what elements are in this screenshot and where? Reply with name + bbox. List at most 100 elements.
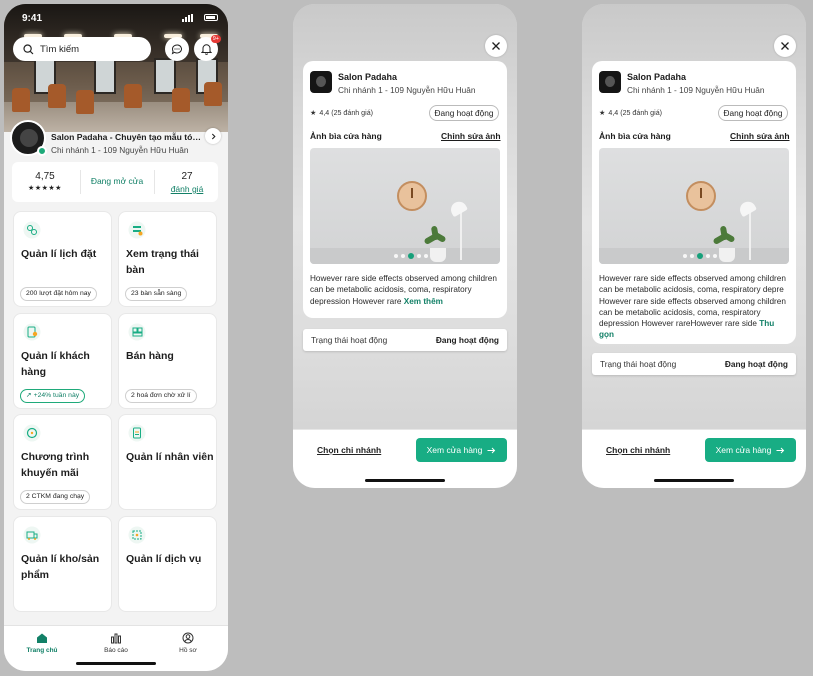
- card-title: Quản lí khách hàng: [21, 350, 90, 378]
- carousel-dots[interactable]: [683, 253, 717, 259]
- card-sales[interactable]: Bán hàng 2 hoá đơn chờ xử lí: [118, 313, 217, 409]
- carousel-dots[interactable]: [394, 253, 428, 259]
- sales-icon: [128, 323, 146, 341]
- home-indicator: [654, 479, 734, 482]
- trend-up-icon: ↗: [26, 392, 34, 399]
- operation-status-label: Trạng thái hoạt động: [311, 335, 388, 345]
- card-chip: +24% tuần này: [33, 392, 80, 399]
- rating-text: 4,4 (25 đánh giá): [608, 108, 663, 117]
- star-icon: ★: [310, 109, 317, 117]
- rating-stars: ★★★★★: [28, 185, 62, 192]
- bottom-tab-bar: Trang chủ Báo cáo Hồ sơ: [4, 625, 228, 671]
- operation-status-bar[interactable]: Trạng thái hoạt động Đang hoạt động: [592, 353, 796, 375]
- store-detail-screen-collapsed: Salon Padaha Chi nhánh 1 - 109 Nguyễn Hữ…: [293, 4, 517, 488]
- tab-reports[interactable]: Báo cáo: [86, 632, 146, 654]
- salon-branch: Chi nhánh 1 - 109 Nguyễn Hữu Huân: [627, 85, 765, 95]
- rating: ★ 4,4 (25 đánh giá): [599, 108, 663, 118]
- arrow-right-icon: [487, 447, 496, 453]
- notification-button[interactable]: 9+: [194, 35, 221, 61]
- rating: ★ 4,4 (25 đánh giá): [310, 108, 374, 118]
- staff-icon: [128, 424, 146, 442]
- store-description: However rare side effects observed among…: [310, 273, 502, 307]
- card-staff-management[interactable]: Quản lí nhân viên: [118, 414, 217, 510]
- close-icon: [492, 42, 500, 50]
- calendar-icon: [23, 221, 41, 239]
- open-status: Đang mở cửa: [90, 176, 144, 186]
- card-chip: 23 bàn sẵn sàng: [125, 287, 188, 301]
- close-button[interactable]: [774, 35, 796, 57]
- card-customer-management[interactable]: Quản lí khách hàng ↗ +24% tuần này: [13, 313, 112, 409]
- close-icon: [781, 42, 789, 50]
- bell-icon: [200, 44, 212, 55]
- customer-icon: [23, 323, 41, 341]
- card-chip: 2 hoá đơn chờ xử lí: [125, 389, 197, 403]
- cover-photo-carousel[interactable]: [310, 148, 500, 264]
- view-store-label: Xem cửa hàng: [715, 445, 772, 455]
- search-placeholder: Tìm kiếm: [40, 43, 80, 55]
- chat-icon: [171, 44, 182, 55]
- card-title: Quản lí nhân viên: [126, 451, 214, 463]
- clock-decor: [686, 181, 716, 211]
- salon-logo: [310, 71, 332, 93]
- card-inventory-management[interactable]: Quản lí kho/sản phẩm: [13, 516, 112, 612]
- salon-name: Salon Padaha - Chuyên tạo mẫu tóc n...: [51, 132, 203, 142]
- search-input[interactable]: Tìm kiếm: [13, 37, 151, 61]
- card-promotions[interactable]: Chương trình khuyến mãi 2 CTKM đang chạy: [13, 414, 112, 510]
- operation-status-bar[interactable]: Trạng thái hoạt động Đang hoạt động: [303, 329, 507, 351]
- promotion-icon: [23, 424, 41, 442]
- tab-home[interactable]: Trang chủ: [12, 632, 72, 654]
- view-store-label: Xem cửa hàng: [426, 445, 483, 455]
- card-service-management[interactable]: Quản lí dịch vụ: [118, 516, 217, 612]
- service-icon: [128, 526, 146, 544]
- tab-label: Hồ sơ: [179, 647, 197, 654]
- see-more-link[interactable]: Xem thêm: [404, 297, 443, 306]
- home-screen: 9:41 Tìm kiếm 9+ Salon Padaha - Chuyên t…: [4, 4, 228, 671]
- branch-detail-button[interactable]: [205, 128, 221, 144]
- clock-decor: [397, 181, 427, 211]
- search-icon: [23, 43, 34, 54]
- salon-name: Salon Padaha: [627, 72, 687, 82]
- signal-battery-icons: [182, 14, 218, 22]
- close-button[interactable]: [485, 35, 507, 57]
- review-link[interactable]: đánh giá: [156, 184, 218, 194]
- review-count: 27: [181, 171, 193, 182]
- edit-cover-link[interactable]: Chỉnh sửa ảnh: [730, 131, 790, 141]
- online-indicator: [37, 146, 47, 156]
- open-status-stat: Đang mở cửa: [82, 162, 152, 202]
- card-title: Quản lí kho/sản phẩm: [21, 553, 100, 581]
- choose-branch-link[interactable]: Chọn chi nhánh: [606, 445, 670, 455]
- trend-chip: ↗ +24% tuần này: [20, 389, 86, 403]
- operation-status-label: Trạng thái hoạt động: [600, 359, 677, 369]
- profile-icon: [182, 632, 194, 644]
- store-detail-screen-expanded: Salon Padaha Chi nhánh 1 - 109 Nguyễn Hữ…: [582, 4, 806, 488]
- description-text: However rare side effects observed among…: [599, 274, 786, 329]
- home-indicator: [76, 662, 156, 665]
- card-chip: 200 lượt đặt hôm nay: [20, 287, 97, 301]
- home-icon: [37, 633, 47, 643]
- cover-label: Ảnh bìa cửa hàng: [599, 131, 671, 141]
- star-icon: ★: [599, 109, 606, 117]
- salon-logo: [599, 71, 621, 93]
- card-title: Chương trình khuyến mãi: [21, 451, 90, 479]
- status-pill: Đang hoạt động: [429, 105, 499, 121]
- status-pill: Đang hoạt động: [718, 105, 788, 121]
- inventory-icon: [23, 526, 41, 544]
- rating-text: 4,4 (25 đánh giá): [319, 108, 374, 117]
- choose-branch-link[interactable]: Chọn chi nhánh: [317, 445, 381, 455]
- view-store-button[interactable]: Xem cửa hàng: [416, 438, 507, 462]
- card-booking-management[interactable]: Quản lí lịch đặt 200 lượt đặt hôm nay: [13, 211, 112, 307]
- status-time: 9:41: [22, 13, 43, 24]
- view-store-button[interactable]: Xem cửa hàng: [705, 438, 796, 462]
- card-title: Quản lí dịch vụ: [126, 553, 202, 565]
- tab-profile[interactable]: Hồ sơ: [158, 632, 218, 654]
- chat-button[interactable]: [165, 37, 189, 61]
- bottom-action-bar: Chọn chi nhánh Xem cửa hàng: [582, 429, 806, 488]
- review-stat[interactable]: 27 đánh giá: [156, 162, 218, 202]
- cover-photo-carousel[interactable]: [599, 148, 789, 264]
- rating-value: 4,75: [35, 171, 55, 182]
- card-chip: 2 CTKM đang chạy: [20, 490, 91, 504]
- operation-status-value: Đang hoạt động: [435, 335, 499, 345]
- edit-cover-link[interactable]: Chỉnh sửa ảnh: [441, 131, 501, 141]
- tab-label: Trang chủ: [26, 647, 58, 654]
- card-table-status[interactable]: Xem trạng thái bàn 23 bàn sẵn sàng: [118, 211, 217, 307]
